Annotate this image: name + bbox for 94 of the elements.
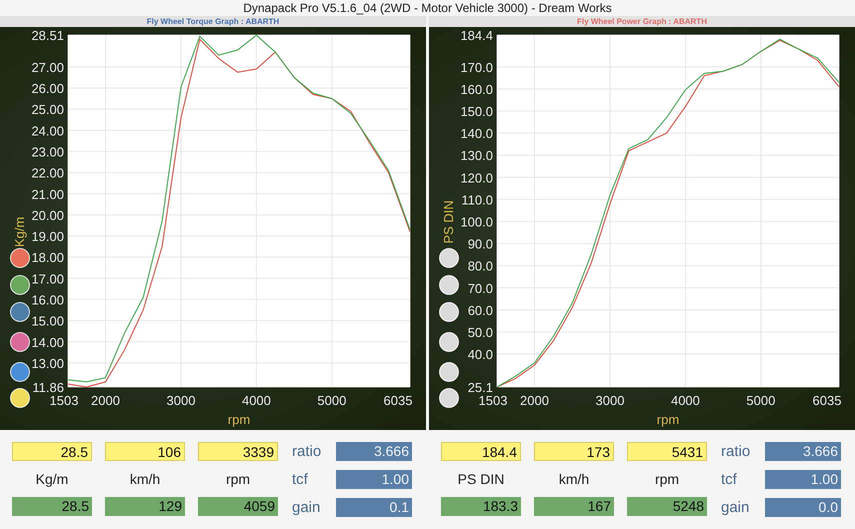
run-selector[interactable] — [439, 248, 459, 268]
y-tick-label: 40.0 — [468, 347, 493, 362]
x-tick-label: 6035 — [384, 393, 412, 408]
y-tick-label: 120.0 — [460, 170, 493, 186]
x-axis-label: rpm — [228, 412, 250, 427]
factor-value: 0.1 — [336, 498, 412, 517]
y-tick-label: 14.00 — [31, 334, 64, 350]
factor-value: 1.00 — [765, 470, 841, 489]
y-tick-label: 22.00 — [31, 166, 64, 181]
current-value: 184.4 — [441, 442, 521, 461]
y-tick-label: 20.00 — [31, 208, 64, 223]
run-selector[interactable] — [439, 388, 459, 408]
y-tick-label: 23.00 — [31, 144, 64, 160]
peak-value: 4059 — [198, 497, 278, 516]
y-tick-label: 19.00 — [31, 229, 64, 244]
run-selector[interactable] — [439, 275, 459, 295]
factor-label: gain — [292, 498, 322, 516]
x-tick-label: 4000 — [670, 393, 700, 408]
unit-label: km/h — [558, 470, 590, 487]
x-tick-label: 3000 — [166, 393, 196, 408]
x-tick-label: 3000 — [596, 393, 624, 408]
x-tick-label: 1503 — [50, 393, 78, 408]
factor-value: 1.00 — [336, 470, 412, 489]
y-tick-label: 16.00 — [31, 292, 64, 308]
x-tick-label: 4000 — [242, 393, 271, 408]
run-selector[interactable] — [10, 388, 30, 408]
x-tick-label: 1503 — [478, 393, 508, 408]
factor-label: ratio — [721, 443, 752, 460]
y-tick-label: 25.1 — [468, 380, 493, 395]
x-tick-label: 5000 — [317, 393, 346, 408]
y-tick-label: 28.51 — [31, 28, 64, 43]
unit-label: km/h — [130, 470, 160, 487]
x-tick-label: 2000 — [91, 393, 120, 408]
current-value: 106 — [105, 442, 185, 461]
run-selector[interactable] — [439, 302, 459, 322]
run-selector[interactable] — [10, 302, 30, 322]
peak-value: 167 — [534, 497, 614, 516]
y-tick-label: 140.0 — [460, 126, 493, 142]
factor-value: 0.0 — [765, 498, 841, 517]
y-tick-label: 70.0 — [468, 280, 493, 296]
y-axis-label: Kg/m — [12, 216, 27, 248]
run-selector[interactable] — [10, 275, 30, 295]
window-title: Dynapack Pro V5.1.6_04 (2WD - Motor Vehicle 3000) - Dream Works — [243, 1, 612, 15]
peak-value: 129 — [105, 497, 185, 516]
graph-title: Fly Wheel Power Graph : ABARTH — [577, 17, 707, 26]
peak-value: 183.3 — [441, 497, 521, 516]
y-tick-label: 160.0 — [460, 82, 493, 97]
y-tick-label: 130.0 — [460, 148, 493, 164]
factor-value: 3.666 — [336, 442, 412, 462]
current-value: 28.5 — [12, 442, 92, 461]
y-tick-label: 26.00 — [31, 81, 64, 96]
y-tick-label: 17.00 — [31, 271, 64, 286]
factor-label: tcf — [721, 470, 738, 488]
y-tick-label: 100.0 — [460, 214, 493, 230]
y-tick-label: 170.0 — [460, 60, 493, 75]
run-selector[interactable] — [439, 362, 459, 382]
graph-title: Fly Wheel Torque Graph : ABARTH — [146, 17, 280, 26]
factor-label: ratio — [292, 443, 322, 460]
x-tick-label: 6035 — [812, 393, 842, 408]
peak-value: 28.5 — [12, 497, 92, 516]
y-tick-label: 150.0 — [460, 104, 493, 120]
factor-label: tcf — [292, 470, 309, 488]
run-selector[interactable] — [10, 332, 30, 352]
unit-label: PS DIN — [458, 470, 504, 487]
y-axis-label: PS DIN — [441, 200, 456, 244]
x-tick-label: 2000 — [520, 393, 549, 408]
y-tick-label: 15.00 — [31, 314, 64, 329]
y-tick-label: 11.86 — [32, 380, 64, 395]
y-tick-label: 18.00 — [31, 250, 64, 266]
y-tick-label: 27.00 — [31, 60, 64, 75]
y-tick-label: 25.00 — [31, 102, 64, 118]
y-tick-label: 80.0 — [468, 258, 493, 274]
y-tick-label: 60.0 — [468, 302, 493, 318]
y-tick-label: 184.4 — [460, 28, 493, 43]
y-tick-label: 13.00 — [31, 356, 64, 371]
y-tick-label: 24.00 — [31, 123, 64, 138]
x-axis-label: rpm — [656, 412, 680, 427]
factor-label: gain — [721, 498, 750, 516]
current-value: 5431 — [627, 442, 707, 461]
factor-value: 3.666 — [765, 442, 841, 462]
x-tick-label: 5000 — [746, 393, 776, 408]
run-selector[interactable] — [10, 362, 30, 382]
y-tick-label: 110.0 — [461, 192, 493, 208]
y-tick-label: 90.0 — [468, 236, 493, 252]
unit-label: rpm — [226, 470, 250, 487]
peak-value: 5248 — [627, 497, 707, 516]
current-value: 173 — [534, 442, 614, 461]
unit-label: Kg/m — [36, 470, 68, 487]
y-tick-label: 21.00 — [31, 186, 64, 202]
current-value: 3339 — [198, 442, 278, 461]
run-selector[interactable] — [439, 332, 459, 352]
run-selector[interactable] — [10, 248, 30, 268]
unit-label: rpm — [654, 470, 680, 487]
y-tick-label: 50.0 — [468, 324, 493, 340]
